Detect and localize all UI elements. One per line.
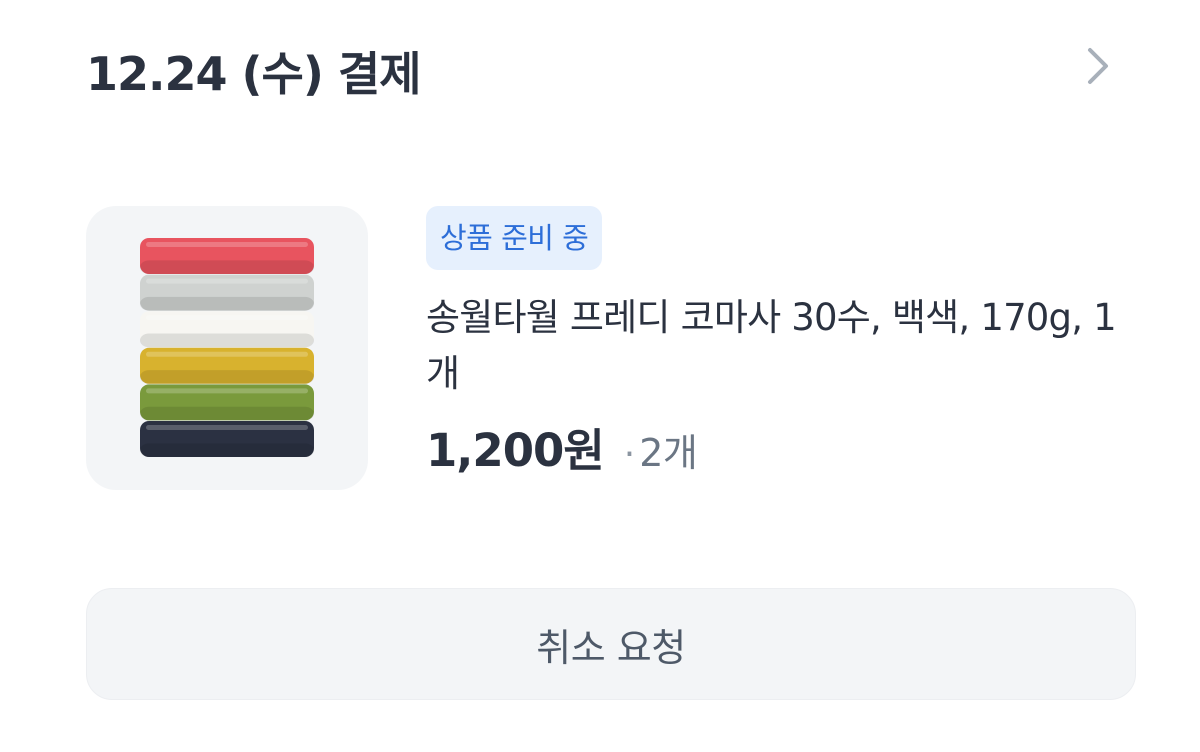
- towel-roll: [140, 421, 314, 457]
- product-thumbnail[interactable]: [86, 206, 368, 490]
- product-quantity: 2개: [639, 431, 698, 475]
- product-name: 송월타월 프레디 코마사 30수, 백색, 170g, 1개: [426, 296, 1117, 395]
- towel-stack-image: [140, 238, 314, 457]
- status-badge: 상품 준비 중: [426, 206, 603, 270]
- separator-dot: ·: [623, 434, 636, 475]
- order-date-title: 12.24 (수) 결제: [86, 47, 422, 101]
- towel-roll: [140, 238, 314, 274]
- product-card[interactable]: 상품 준비 중 송월타월 프레디 코마사 30수, 백색, 170g, 1개 1…: [86, 206, 1126, 506]
- towel-roll: [140, 347, 314, 384]
- product-info: 상품 준비 중 송월타월 프레디 코마사 30수, 백색, 170g, 1개 1…: [426, 206, 1146, 479]
- price-row: 1,200원 · 2개: [426, 414, 1146, 479]
- cancel-request-label: 취소 요청: [536, 625, 686, 670]
- towel-roll: [140, 384, 314, 421]
- cancel-request-button[interactable]: 취소 요청: [86, 588, 1136, 700]
- chevron-right-icon[interactable]: [1076, 44, 1120, 88]
- towel-roll: [140, 311, 314, 348]
- product-price: 1,200원: [426, 424, 605, 477]
- order-header[interactable]: 12.24 (수) 결제: [86, 36, 1126, 112]
- towel-roll: [140, 274, 314, 311]
